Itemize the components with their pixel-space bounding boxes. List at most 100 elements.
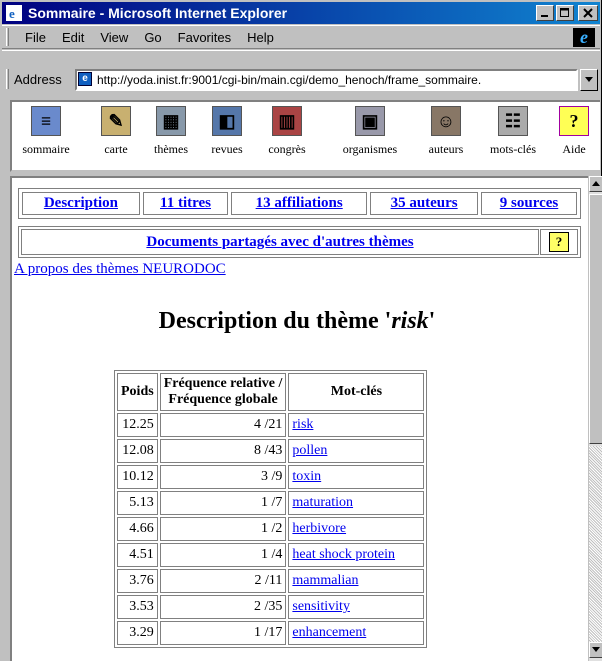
cell-poids: 3.29	[117, 621, 158, 645]
authors-icon: ☺	[431, 106, 461, 136]
keyword-link[interactable]: toxin	[292, 469, 321, 484]
cell-mot-cle: herbivore	[288, 517, 425, 541]
nav-cell: Description	[22, 192, 140, 215]
tool-label: revues	[211, 142, 243, 156]
keyword-link[interactable]: maturation	[292, 495, 353, 510]
keyword-link[interactable]: heat shock protein	[292, 547, 395, 562]
arrow-down-icon	[592, 647, 600, 652]
cell-frequence: 1 /4	[159, 543, 287, 567]
menu-bar: File Edit View Go Favorites Help	[2, 25, 600, 49]
table-row: 12.25 4 /21 risk	[117, 413, 425, 437]
nav-link-sources[interactable]: 9 sources	[500, 195, 558, 211]
shared-docs-box: Documents partagés avec d'autres thèmes …	[18, 226, 581, 258]
title-theme: risk	[391, 308, 429, 334]
table-row: 10.12 3 /9 toxin	[117, 465, 425, 489]
table-row: 3.53 2 /35 sensitivity	[117, 595, 425, 619]
tool-carte[interactable]: ✎ carte	[96, 106, 136, 157]
tool-aide[interactable]: ? Aide	[556, 106, 592, 157]
header-poids: Poids	[117, 373, 158, 411]
table-row: 4.51 1 /4 heat shock protein	[117, 543, 425, 567]
cell-frequence: 3 /9	[159, 465, 287, 489]
tool-label: Aide	[562, 142, 586, 156]
cell-frequence: 1 /7	[159, 491, 287, 515]
cell-poids: 3.76	[117, 569, 158, 593]
menu-edit[interactable]: Edit	[54, 30, 92, 45]
keyword-link[interactable]: herbivore	[292, 521, 346, 536]
cell-poids: 12.08	[117, 439, 158, 463]
keyword-link[interactable]: pollen	[292, 443, 327, 458]
content-frame: Description 11 titres 13 affiliations 35…	[10, 176, 590, 661]
address-bar: Address http://yoda.inist.fr:9001/cgi-bi…	[2, 50, 600, 98]
address-dropdown-button[interactable]	[580, 69, 598, 91]
shared-docs-link[interactable]: Documents partagés avec d'autres thèmes	[146, 234, 413, 251]
title-bar[interactable]: e Sommaire - Microsoft Internet Explorer	[2, 2, 600, 24]
help-cell: ?	[540, 229, 578, 255]
tool-sommaire[interactable]: ≡ sommaire	[20, 106, 72, 157]
tool-auteurs[interactable]: ☺ auteurs	[422, 106, 470, 157]
close-icon	[583, 8, 593, 18]
tool-label: congrès	[268, 142, 306, 156]
table-body: 12.25 4 /21 risk 12.08 8 /43 pollen 10.12 3 /9 t…	[117, 413, 425, 645]
apropos-link[interactable]: A propos des thèmes NEURODOC	[14, 261, 226, 278]
help-icon: ?	[559, 106, 589, 136]
books-icon: ▥	[272, 106, 302, 136]
tool-themes[interactable]: ▦ thèmes	[148, 106, 194, 157]
cell-frequence: 8 /43	[159, 439, 287, 463]
tool-mots-cles[interactable]: ☷ mots-clés	[486, 106, 540, 157]
keyword-link[interactable]: sensitivity	[292, 599, 350, 614]
page-icon: e	[78, 72, 92, 86]
address-input[interactable]: http://yoda.inist.fr:9001/cgi-bin/main.c…	[75, 69, 578, 91]
title-prefix: Description du thème '	[158, 308, 392, 334]
cell-frequence: 4 /21	[159, 413, 287, 437]
nav-link-titres[interactable]: 11 titres	[160, 195, 211, 211]
table-row: 3.76 2 /11 mammalian	[117, 569, 425, 593]
menu-favorites[interactable]: Favorites	[170, 30, 239, 45]
nav-link-description[interactable]: Description	[44, 195, 118, 211]
cell-mot-cle: enhancement	[288, 621, 425, 645]
menu-view[interactable]: View	[92, 30, 136, 45]
nav-cell: 13 affiliations	[231, 192, 368, 215]
scroll-thumb[interactable]	[589, 194, 602, 444]
menu-go[interactable]: Go	[136, 30, 169, 45]
address-label: Address	[14, 72, 62, 87]
nav-link-affiliations[interactable]: 13 affiliations	[256, 195, 343, 211]
table-row: 3.29 1 /17 enhancement	[117, 621, 425, 645]
section-nav: Description 11 titres 13 affiliations 35…	[18, 188, 581, 219]
ie-app-icon: e	[6, 5, 22, 21]
close-button[interactable]	[578, 5, 598, 21]
cell-frequence: 1 /2	[159, 517, 287, 541]
vertical-scrollbar[interactable]	[588, 176, 602, 661]
tool-organismes[interactable]: ▣ organismes	[332, 106, 408, 157]
nav-link-auteurs[interactable]: 35 auteurs	[391, 195, 458, 211]
toolbar-frame: ≡ sommaire ✎ carte ▦ thèmes ◧ revues ▥ c…	[10, 100, 600, 172]
scroll-up-button[interactable]	[589, 176, 602, 192]
help-small-icon[interactable]: ?	[549, 232, 569, 252]
minimize-button[interactable]	[536, 5, 554, 21]
cell-poids: 4.51	[117, 543, 158, 567]
scroll-down-button[interactable]	[589, 642, 602, 658]
nav-cell: 35 auteurs	[370, 192, 479, 215]
cell-mot-cle: pollen	[288, 439, 425, 463]
shared-docs-cell: Documents partagés avec d'autres thèmes	[21, 229, 539, 255]
table-row: 12.08 8 /43 pollen	[117, 439, 425, 463]
keyword-link[interactable]: risk	[292, 417, 313, 432]
cell-poids: 12.25	[117, 413, 158, 437]
cell-mot-cle: heat shock protein	[288, 543, 425, 567]
scroll-track[interactable]	[589, 446, 602, 642]
cell-mot-cle: sensitivity	[288, 595, 425, 619]
page-title: Description du thème 'risk'	[12, 308, 582, 335]
maximize-icon	[560, 8, 569, 17]
tool-revues[interactable]: ◧ revues	[204, 106, 250, 157]
keyword-link[interactable]: enhancement	[292, 625, 366, 640]
cell-mot-cle: maturation	[288, 491, 425, 515]
header-frequence: Fréquence relative / Fréquence globale	[159, 373, 287, 411]
menu-file[interactable]: File	[17, 30, 54, 45]
nav-cell: 11 titres	[142, 192, 229, 215]
menu-help[interactable]: Help	[239, 30, 282, 45]
table-row: 5.13 1 /7 maturation	[117, 491, 425, 515]
keyword-link[interactable]: mammalian	[292, 573, 358, 588]
tool-label: carte	[104, 142, 128, 156]
tool-label: sommaire	[22, 142, 70, 156]
tool-congres[interactable]: ▥ congrès	[262, 106, 312, 157]
maximize-button[interactable]	[556, 5, 574, 21]
